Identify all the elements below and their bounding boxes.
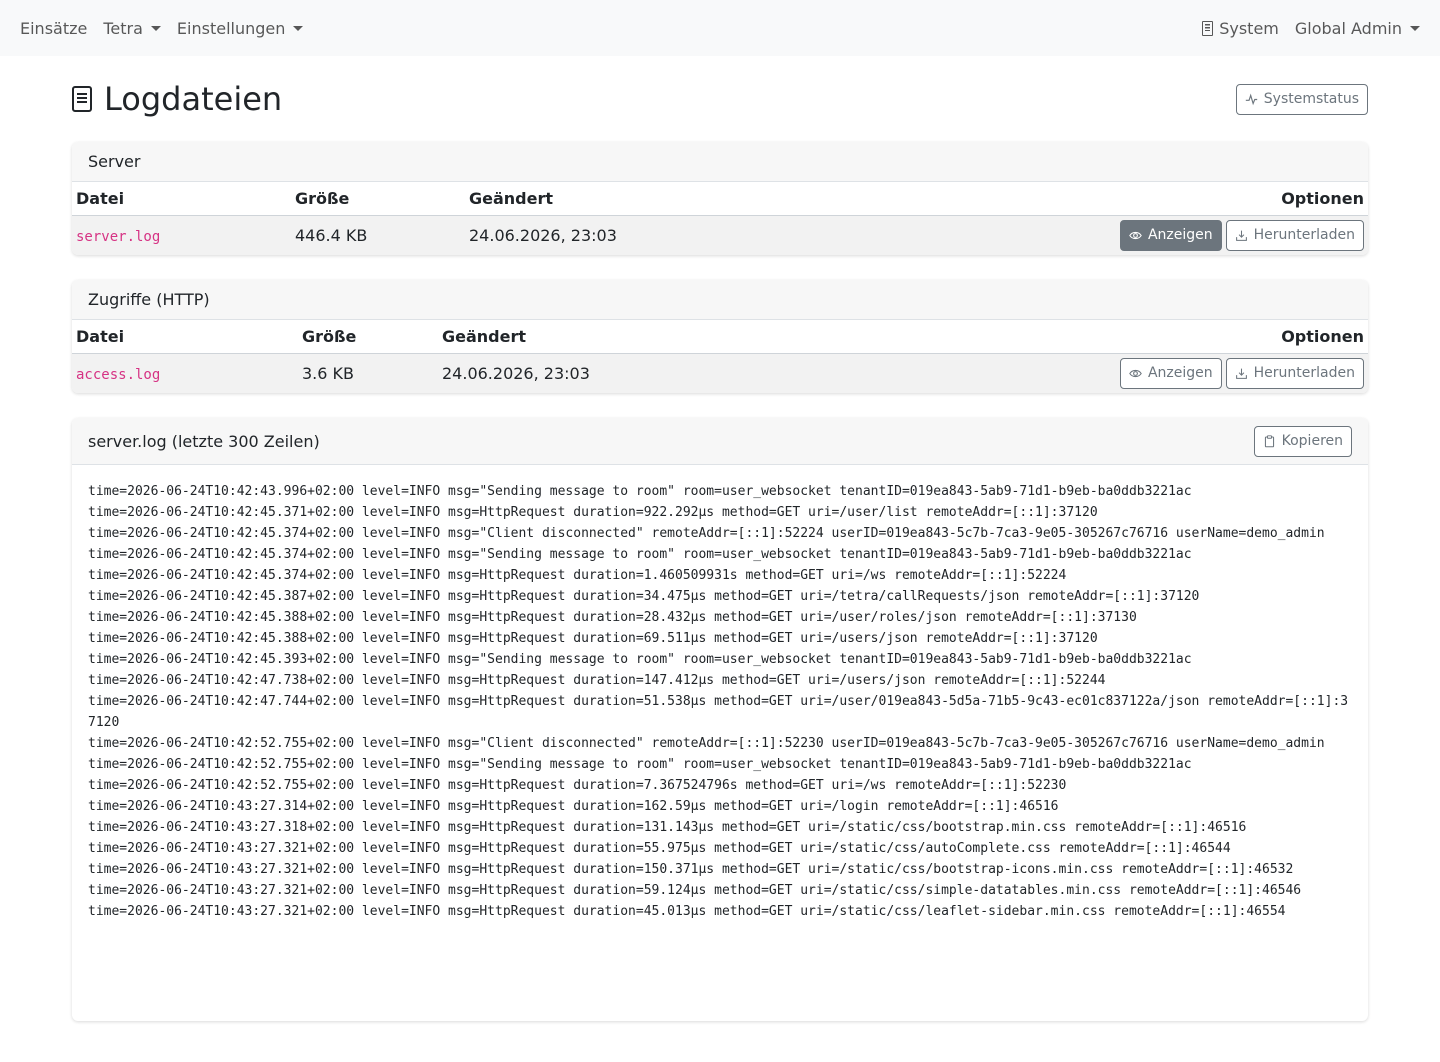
col-groesse: Größe bbox=[298, 320, 438, 354]
activity-icon bbox=[1245, 93, 1257, 105]
nav-einsaetze-label: Einsätze bbox=[20, 18, 88, 38]
log-line: time=2026-06-24T10:43:27.321+02:00 level… bbox=[88, 862, 1294, 877]
file-modified: 24.06.2026, 23:03 bbox=[438, 353, 794, 393]
log-viewer-card: server.log (letzte 300 Zeilen) Kopieren … bbox=[72, 418, 1368, 1021]
download-button[interactable]: Herunterladen bbox=[1225, 219, 1364, 251]
file-modified: 24.06.2026, 23:03 bbox=[465, 215, 811, 255]
server-log-card: Server Datei Größe Geändert Optionen ser… bbox=[72, 142, 1368, 255]
systemstatus-label: Systemstatus bbox=[1263, 91, 1359, 107]
download-icon bbox=[1235, 368, 1247, 379]
file-name-code: server.log bbox=[76, 228, 161, 245]
page-header: Logdateien Systemstatus bbox=[72, 56, 1368, 142]
server-card-title: Server bbox=[88, 152, 141, 171]
access-card-title: Zugriffe (HTTP) bbox=[88, 290, 210, 309]
view-button[interactable]: Anzeigen bbox=[1119, 219, 1222, 251]
file-text-icon bbox=[72, 86, 92, 112]
eye-icon bbox=[1129, 231, 1142, 239]
log-line: time=2026-06-24T10:42:52.755+02:00 level… bbox=[88, 778, 1067, 793]
caret-down-icon bbox=[150, 25, 161, 31]
nav-einstellungen-dropdown[interactable]: Einstellungen bbox=[176, 18, 304, 38]
log-line: time=2026-06-24T10:42:47.744+02:00 level… bbox=[88, 694, 1349, 730]
table-header-row: Datei Größe Geändert Optionen bbox=[72, 320, 1368, 354]
file-size: 3.6 KB bbox=[298, 353, 438, 393]
log-line: time=2026-06-24T10:43:27.318+02:00 level… bbox=[88, 820, 1247, 835]
nav-system[interactable]: System bbox=[1202, 19, 1279, 38]
log-line: time=2026-06-24T10:42:45.387+02:00 level… bbox=[88, 589, 1200, 604]
file-options: Anzeigen Herunterladen bbox=[810, 215, 1368, 255]
file-name: server.log bbox=[72, 215, 291, 255]
nav-tetra-dropdown[interactable]: Tetra bbox=[103, 19, 161, 38]
log-line: time=2026-06-24T10:42:45.388+02:00 level… bbox=[88, 631, 1098, 646]
log-line: time=2026-06-24T10:42:45.374+02:00 level… bbox=[88, 547, 1192, 562]
log-line: time=2026-06-24T10:42:52.755+02:00 level… bbox=[88, 736, 1325, 751]
log-line: time=2026-06-24T10:43:27.321+02:00 level… bbox=[88, 841, 1231, 856]
building-icon bbox=[1202, 20, 1214, 36]
table-header-row: Datei Größe Geändert Optionen bbox=[72, 182, 1368, 216]
file-size: 446.4 KB bbox=[291, 215, 465, 255]
log-line: time=2026-06-24T10:42:45.388+02:00 level… bbox=[88, 610, 1137, 625]
caret-down-icon bbox=[1410, 25, 1420, 31]
log-viewer-header: server.log (letzte 300 Zeilen) Kopieren bbox=[72, 418, 1368, 465]
log-line: time=2026-06-24T10:43:27.321+02:00 level… bbox=[88, 904, 1286, 919]
col-groesse: Größe bbox=[291, 182, 465, 216]
access-card-header: Zugriffe (HTTP) bbox=[72, 280, 1368, 320]
page-title: Logdateien bbox=[72, 80, 282, 118]
col-optionen: Optionen bbox=[810, 182, 1368, 216]
nav-user-label: Global Admin bbox=[1294, 18, 1402, 38]
log-viewer-title: server.log (letzte 300 Zeilen) bbox=[88, 431, 320, 451]
file-options: Anzeigen Herunterladen bbox=[793, 353, 1368, 393]
log-line: time=2026-06-24T10:43:27.321+02:00 level… bbox=[88, 883, 1302, 898]
download-button[interactable]: Herunterladen bbox=[1225, 357, 1364, 389]
view-button-label: Anzeigen bbox=[1147, 365, 1213, 382]
log-line: time=2026-06-24T10:42:45.371+02:00 level… bbox=[88, 505, 1098, 520]
view-button-label: Anzeigen bbox=[1147, 227, 1213, 244]
navbar: Einsätze Tetra Einstellungen System Glob… bbox=[0, 0, 1440, 56]
table-row: server.log 446.4 KB 24.06.2026, 23:03 An… bbox=[72, 215, 1368, 255]
file-actions: Anzeigen Herunterladen bbox=[814, 219, 1364, 251]
eye-icon bbox=[1129, 369, 1142, 377]
nav-tetra-label: Tetra bbox=[103, 18, 143, 38]
file-actions: Anzeigen Herunterladen bbox=[797, 357, 1364, 389]
systemstatus-button[interactable]: Systemstatus bbox=[1235, 83, 1368, 115]
view-button[interactable]: Anzeigen bbox=[1119, 357, 1222, 389]
col-geaendert: Geändert bbox=[438, 320, 794, 354]
nav-right: System Global Admin bbox=[1186, 19, 1420, 38]
nav-system-label: System bbox=[1219, 18, 1279, 38]
col-datei: Datei bbox=[72, 182, 291, 216]
file-name: access.log bbox=[72, 353, 298, 393]
log-line: time=2026-06-24T10:42:45.374+02:00 level… bbox=[88, 568, 1067, 583]
access-log-table: Datei Größe Geändert Optionen access.log… bbox=[72, 320, 1368, 393]
nav-user-dropdown[interactable]: Global Admin bbox=[1295, 19, 1420, 38]
log-line: time=2026-06-24T10:42:43.996+02:00 level… bbox=[88, 484, 1192, 499]
download-button-label: Herunterladen bbox=[1253, 227, 1355, 244]
caret-down-icon bbox=[293, 25, 304, 31]
copy-button-label: Kopieren bbox=[1281, 433, 1343, 449]
clipboard-icon bbox=[1264, 434, 1274, 447]
log-content: time=2026-06-24T10:42:43.996+02:00 level… bbox=[88, 481, 1352, 922]
log-line: time=2026-06-24T10:43:27.314+02:00 level… bbox=[88, 799, 1059, 814]
nav-left: Einsätze Tetra Einstellungen bbox=[20, 19, 319, 38]
nav-einstellungen-label: Einstellungen bbox=[176, 18, 286, 38]
nav-einsaetze[interactable]: Einsätze bbox=[20, 19, 87, 38]
server-log-table: Datei Größe Geändert Optionen server.log… bbox=[72, 182, 1368, 255]
copy-button[interactable]: Kopieren bbox=[1253, 425, 1352, 457]
access-log-card: Zugriffe (HTTP) Datei Größe Geändert Opt… bbox=[72, 280, 1368, 393]
col-optionen: Optionen bbox=[793, 320, 1368, 354]
table-row: access.log 3.6 KB 24.06.2026, 23:03 Anze… bbox=[72, 353, 1368, 393]
download-icon bbox=[1235, 230, 1247, 241]
server-card-header: Server bbox=[72, 142, 1368, 182]
log-content-scroll[interactable]: time=2026-06-24T10:42:43.996+02:00 level… bbox=[72, 465, 1368, 1021]
log-line: time=2026-06-24T10:42:45.374+02:00 level… bbox=[88, 526, 1325, 541]
col-geaendert: Geändert bbox=[465, 182, 811, 216]
col-datei: Datei bbox=[72, 320, 298, 354]
log-line: time=2026-06-24T10:42:45.393+02:00 level… bbox=[88, 652, 1192, 667]
page-title-text: Logdateien bbox=[104, 80, 283, 118]
log-line: time=2026-06-24T10:42:52.755+02:00 level… bbox=[88, 757, 1192, 772]
file-name-code: access.log bbox=[76, 366, 161, 383]
main-container: Logdateien Systemstatus Server Datei Grö… bbox=[72, 56, 1368, 1046]
log-line: time=2026-06-24T10:42:47.738+02:00 level… bbox=[88, 673, 1106, 688]
download-button-label: Herunterladen bbox=[1253, 365, 1355, 382]
